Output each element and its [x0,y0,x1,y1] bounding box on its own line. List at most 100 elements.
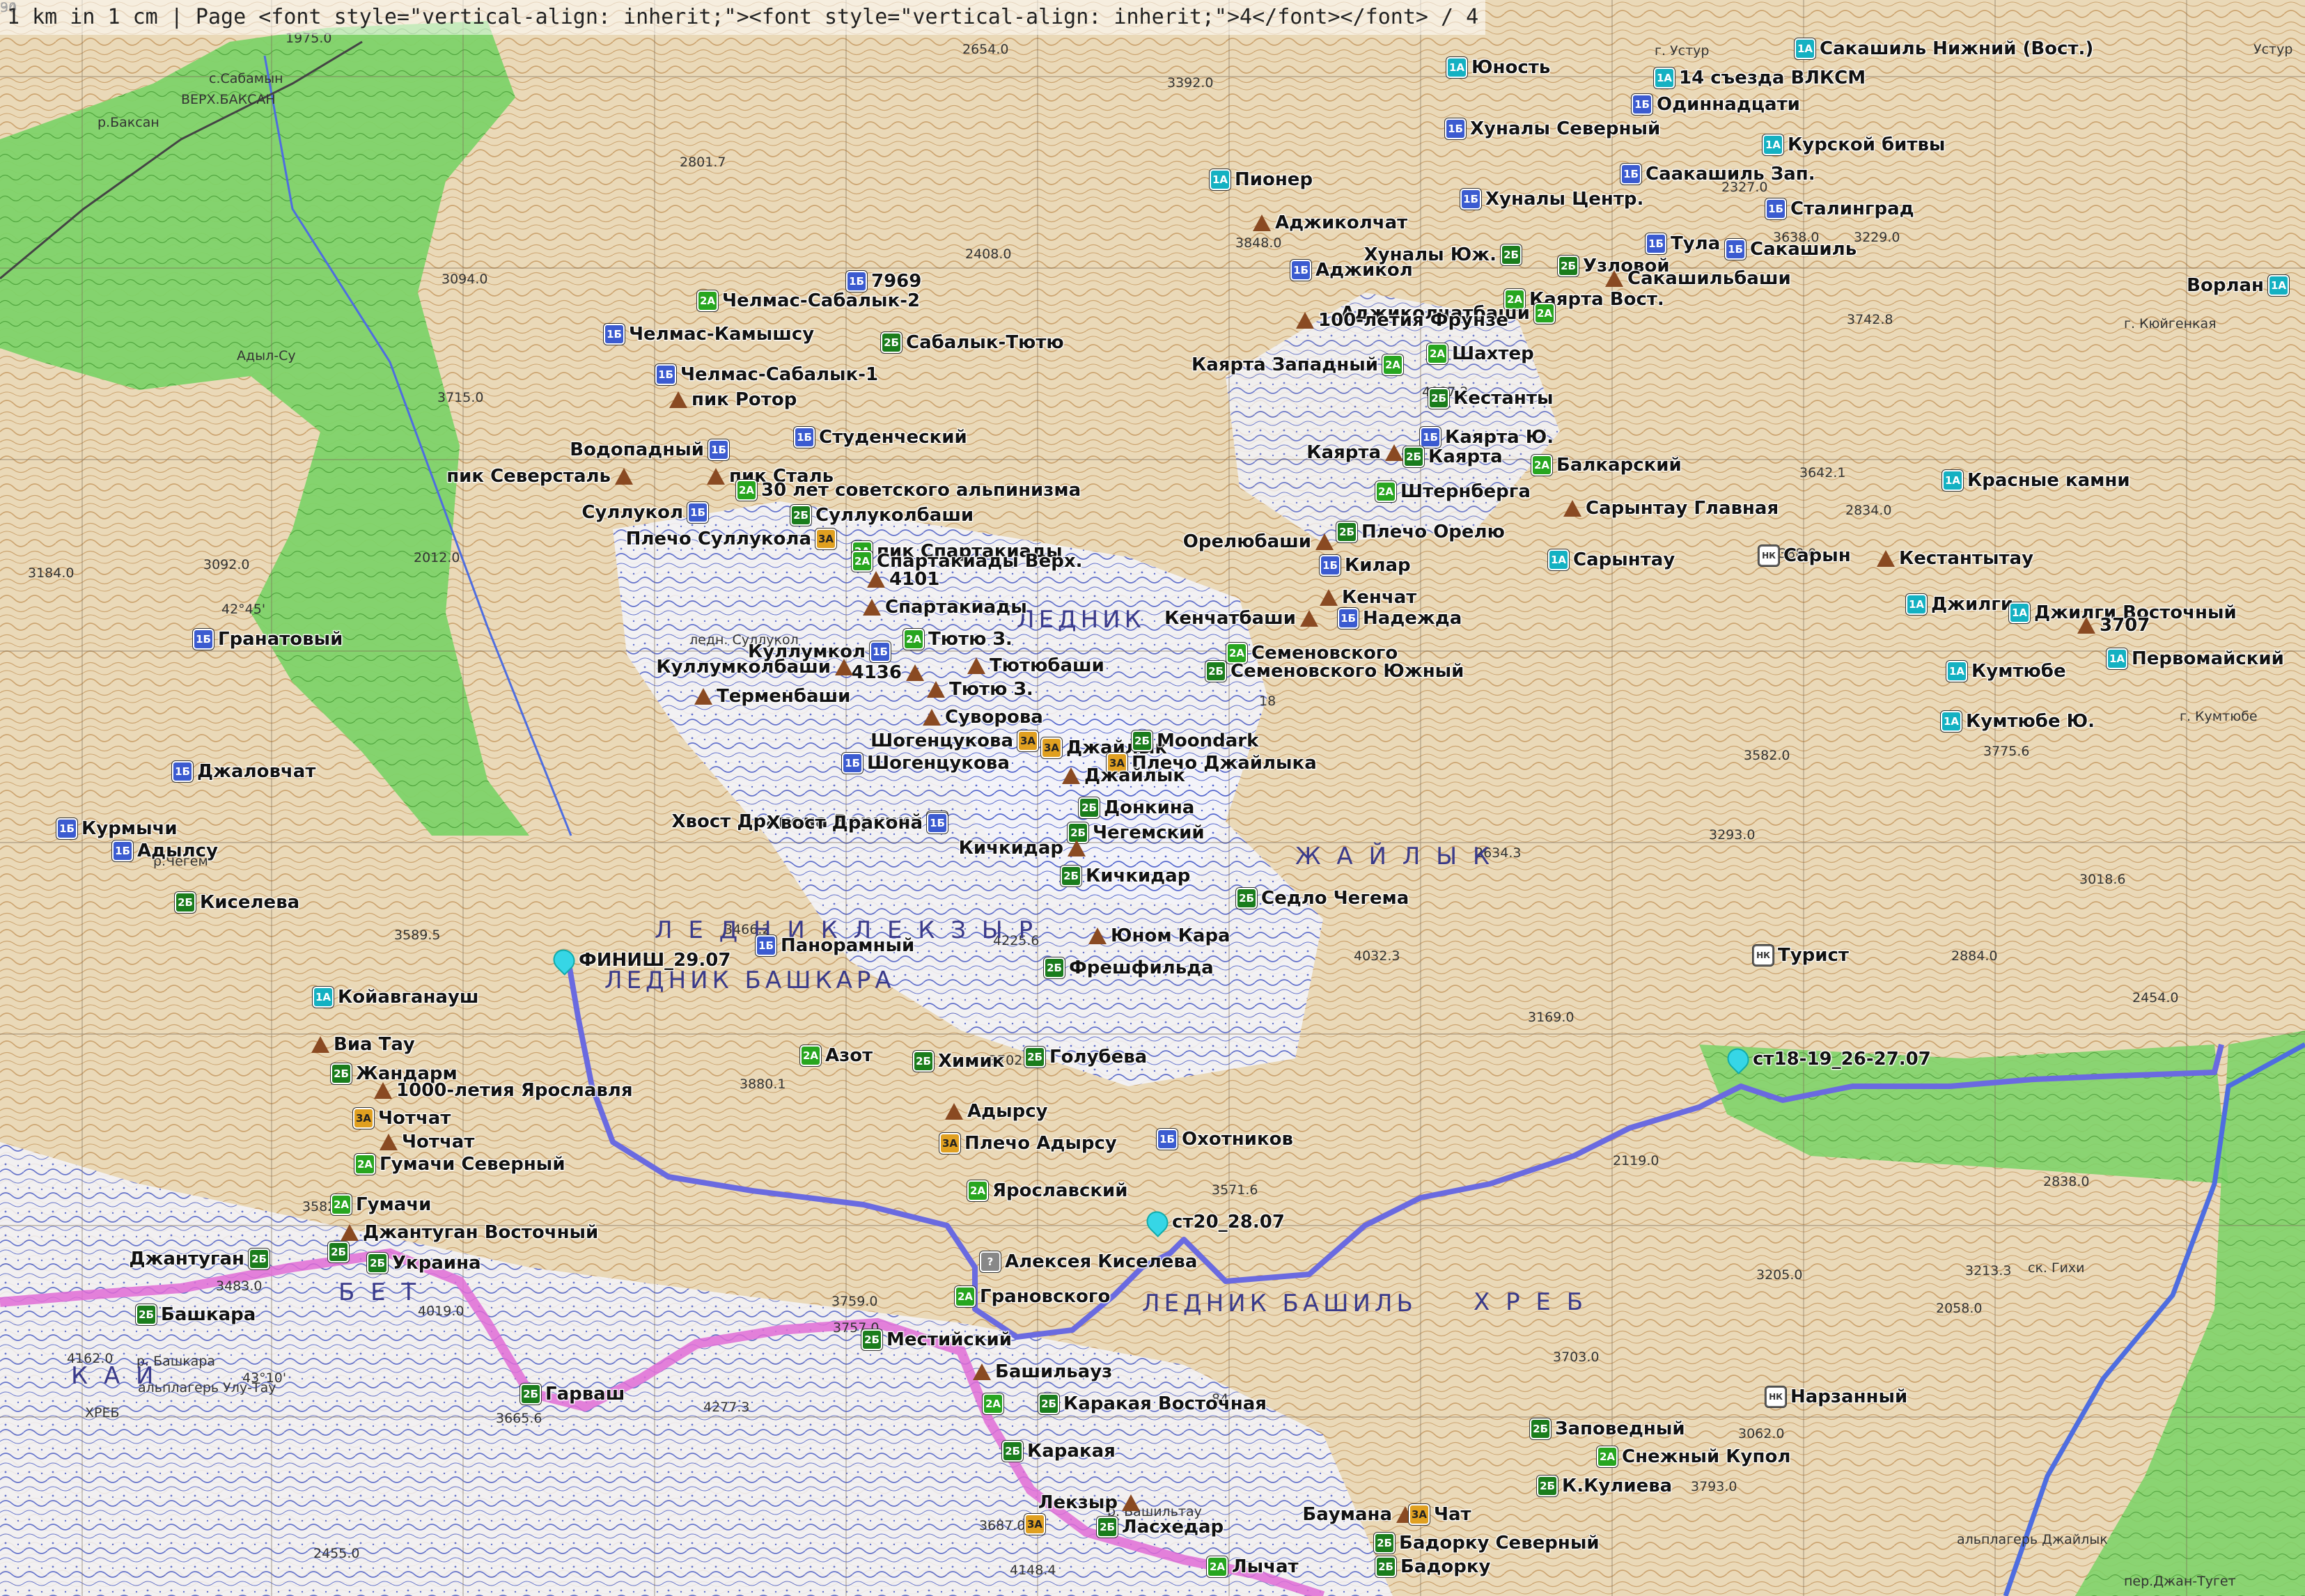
map-marker-фрешфильда[interactable]: 2Б Фрешфильда [1044,957,1214,978]
map-marker-каярта-ю[interactable]: 1Б Каярта Ю. [1420,427,1554,448]
map-marker-заповедный[interactable]: 2Б Заповедный [1530,1418,1685,1439]
map-marker-башкара[interactable]: 2Б Башкара [136,1304,256,1325]
map-marker-плечо-орелю[interactable]: 2Б Плечо Орелю [1336,522,1505,542]
map-marker-бадорку[interactable]: 2Б Бадорку [1375,1556,1490,1577]
map-marker-надежда[interactable]: 1Б Надежда [1338,608,1462,629]
map-marker-орелюбаши[interactable]: Орелюбаши [1183,531,1334,552]
map-marker-unnamed[interactable]: 3А [1024,1514,1045,1535]
map-marker-лычат[interactable]: 2А Лычат [1207,1556,1299,1577]
map-marker-адырсу[interactable]: Адырсу [945,1101,1048,1122]
map-marker-шахтер[interactable]: 2А Шахтер [1427,343,1534,364]
map-marker-пик-ротор[interactable]: пик Ротор [669,389,797,410]
map-marker-курмычи[interactable]: 1Б Курмычи [56,818,178,839]
map-marker-14-съезда-влксм[interactable]: 1А 14 съезда ВЛКСМ [1654,68,1866,88]
map-marker-плечо-адырсу[interactable]: 3А Плечо Адырсу [939,1133,1117,1154]
map-marker-тютю-з[interactable]: Тютю З. [927,679,1033,700]
map-marker-семеновского-южный[interactable]: 2Б Семеновского Южный [1205,661,1464,682]
map-marker-аджиколчат[interactable]: Аджиколчат [1253,212,1407,233]
map-marker-сакашиль[interactable]: 1Б Сакашиль [1725,239,1857,260]
map-marker-виа-тау[interactable]: Виа Тау [311,1034,415,1055]
map-marker-донкина[interactable]: 2Б Донкина [1079,797,1194,818]
map-marker-финиш-29-07[interactable]: ФИНИШ_29.07 [549,945,730,976]
map-marker-100-летия-фрунзе[interactable]: 100-летия Фрунзе [1296,310,1508,331]
map-marker-первомайский[interactable]: 1А Первомайский [2107,648,2284,669]
map-marker-хвост-дракона[interactable]: 1Б Хвост Дракона [767,813,948,834]
map-marker-аджикол[interactable]: 1Б Аджикол [1290,260,1413,281]
map-marker-30-лет-советского-альпинизма[interactable]: 2А 30 лет советского альпинизма [736,480,1081,501]
map-marker-4136[interactable]: 4136 [852,662,924,683]
map-marker-челмас-сабалык-2[interactable]: 2А Челмас-Сабалык-2 [697,290,920,311]
map-marker-спартакиады[interactable]: Спартакиады [863,597,1027,618]
map-marker-к-кулиева[interactable]: 2Б К.Кулиева [1537,1476,1672,1496]
map-marker-пик-северсталь[interactable]: пик Северсталь [446,466,633,487]
map-marker-ст18-19-26-27-07[interactable]: ст18-19_26-27.07 [1723,1044,1931,1074]
map-marker-чегемский[interactable]: 2Б Чегемский [1068,822,1205,843]
topographic-map[interactable]: 1 km in 1 cm | Page <font style="vertica… [0,0,2305,1596]
map-marker-unnamed[interactable]: 2Б [328,1242,349,1262]
map-marker-азот[interactable]: 2А Азот [800,1045,873,1066]
map-marker-чотчат[interactable]: Чотчат [380,1132,474,1152]
map-marker-джантуган[interactable]: 2Б Джантуган [129,1249,269,1269]
map-marker-гарваш[interactable]: 2Б Гарваш [520,1384,625,1405]
map-marker-джайлык[interactable]: Джайлык [1062,765,1185,786]
map-marker-кичкидар[interactable]: 2Б Кичкидар [1061,866,1190,886]
map-marker-терменбаши[interactable]: Терменбаши [694,686,850,707]
map-marker-нарзанный[interactable]: НК Нарзанный [1765,1386,1907,1407]
map-marker-3707[interactable]: 3707 [2077,615,2150,636]
map-marker-кенчатбаши[interactable]: Кенчатбаши [1164,608,1318,629]
map-marker-снежный-купол[interactable]: 2А Снежный Купол [1597,1446,1790,1467]
map-marker-пионер[interactable]: 1А Пионер [1210,169,1313,190]
map-marker-балкарский[interactable]: 2А Балкарский [1531,455,1682,476]
map-marker-сакашильбаши[interactable]: Сакашильбаши [1605,268,1791,289]
map-marker-ласхедар[interactable]: 2Б Ласхедар [1097,1517,1224,1538]
map-marker-куллумколбаши[interactable]: Куллумколбаши [656,657,853,678]
map-marker-челмас-камышсу[interactable]: 1Б Челмас-Камышсу [604,324,814,345]
map-marker-охотников[interactable]: 1Б Охотников [1157,1129,1293,1150]
map-marker-водопадный[interactable]: 1Б Водопадный [570,439,729,460]
map-marker-1000-летия-ярославля[interactable]: 1000-летия Ярославля [374,1080,633,1101]
map-marker-каярта-западный[interactable]: 2А Каярта Западный [1191,354,1403,375]
map-marker-юном-кара[interactable]: Юном Кара [1088,925,1230,946]
map-marker-сакашиль-нижний-вост[interactable]: 1А Сакашиль Нижний (Вост.) [1795,38,2093,59]
map-marker-кумтюбе[interactable]: 1А Кумтюбе [1946,661,2066,682]
map-marker-штернберга[interactable]: 2А Штернберга [1375,481,1531,502]
map-marker-кенчат[interactable]: Кенчат [1320,587,1416,608]
map-marker-сарын[interactable]: НК Сарын [1758,545,1851,566]
map-marker-джантуган-восточный[interactable]: Джантуган Восточный [341,1222,598,1243]
map-marker-шогенцукова[interactable]: 3А Шогенцукова [870,730,1038,751]
map-marker-украина[interactable]: 2Б Украина [367,1253,481,1274]
map-marker-unnamed[interactable]: 2А [983,1393,1003,1414]
map-marker-тютюбаши[interactable]: Тютюбаши [967,655,1104,676]
map-marker-килар[interactable]: 1Б Килар [1320,555,1411,576]
map-marker-саакашиль-зап[interactable]: 1Б Саакашиль Зап. [1620,164,1815,185]
map-marker-красные-камни[interactable]: 1А Красные камни [1942,470,2130,491]
map-marker-киселева[interactable]: 2Б Киселева [175,892,299,913]
map-marker-чотчат[interactable]: 3А Чотчат [353,1108,451,1129]
map-marker-гумачи[interactable]: 2А Гумачи [331,1194,431,1215]
map-marker-грановского[interactable]: 2А Грановского [955,1286,1110,1307]
map-marker-алексея-киселева[interactable]: ? Алексея Киселева [980,1251,1197,1272]
map-marker-турист[interactable]: НК Турист [1753,945,1849,966]
map-marker-одиннадцати[interactable]: 1Б Одиннадцати [1632,94,1800,115]
map-marker-джилги[interactable]: 1А Джилги [1906,594,2013,615]
map-marker-хуналы-северный[interactable]: 1Б Хуналы Северный [1445,118,1660,139]
map-marker-сабалык-тютю[interactable]: 2Б Сабалык-Тютю [881,332,1064,353]
map-marker-гранатовый[interactable]: 1Б Гранатовый [193,629,343,650]
map-marker-суллукол[interactable]: 1Б Суллукол [581,502,708,523]
map-marker-голубева[interactable]: 2Б Голубева [1024,1047,1147,1067]
map-marker-шогенцукова[interactable]: 1Б Шогенцукова [842,753,1010,774]
map-marker-каракая[interactable]: 2Б Каракая [1002,1441,1116,1462]
map-marker-кестантытау[interactable]: Кестантытау [1877,548,2033,569]
map-marker-кичкидар[interactable]: Кичкидар [959,838,1086,859]
map-marker-7969[interactable]: 1Б 7969 [846,271,921,292]
map-marker-адылсу[interactable]: 1Б Адылсу [112,840,218,861]
map-marker-ст20-28-07[interactable]: ст20_28.07 [1142,1207,1285,1237]
map-marker-ярославский[interactable]: 2А Ярославский [967,1180,1127,1201]
map-marker-студенческий[interactable]: 1Б Студенческий [794,427,967,448]
map-marker-панорамный[interactable]: 1Б Панорамный [756,935,914,956]
map-marker-курской-битвы[interactable]: 1А Курской битвы [1763,134,1945,155]
map-marker-каракая-восточная[interactable]: 2Б Каракая Восточная [1038,1393,1267,1414]
map-marker-сарынтау[interactable]: 1А Сарынтау [1548,549,1675,570]
map-marker-бадорку-северный[interactable]: 2Б Бадорку Северный [1374,1533,1600,1554]
map-marker-плечо-суллукола[interactable]: 3А Плечо Суллукола [626,529,836,549]
